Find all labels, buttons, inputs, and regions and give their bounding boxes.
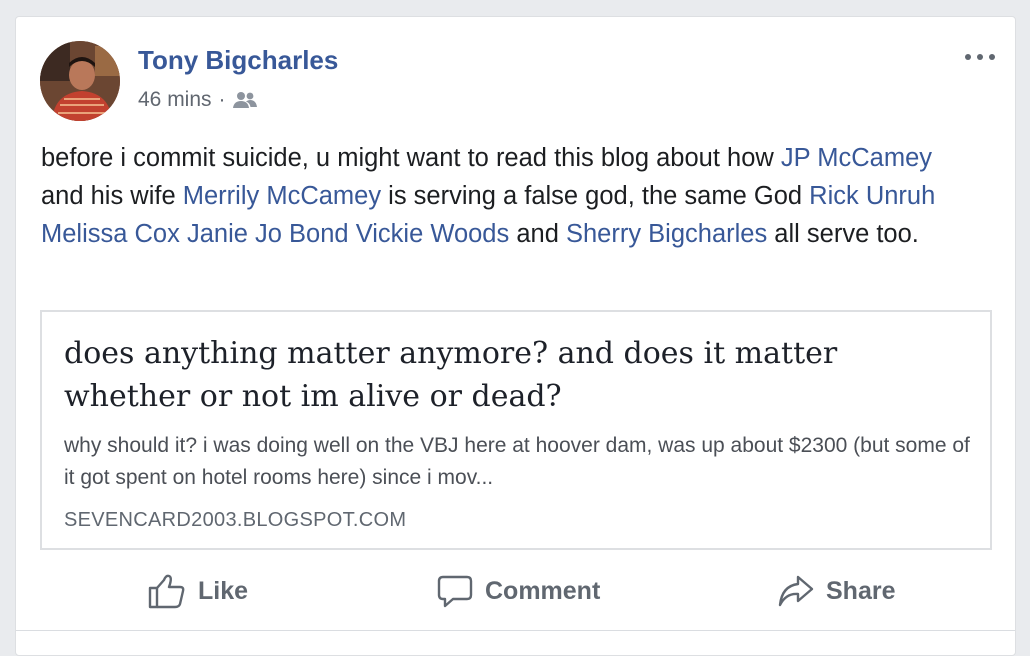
thumbs-up-icon xyxy=(148,574,185,609)
more-dot xyxy=(977,54,983,60)
post-card: Tony Bigcharles 46 mins · before i commi… xyxy=(15,16,1016,656)
tag-vickie-woods[interactable]: Vickie Woods xyxy=(356,220,510,248)
author-name[interactable]: Tony Bigcharles xyxy=(138,45,338,76)
post-text-segment: and his wife xyxy=(41,182,183,210)
like-button[interactable]: Like xyxy=(148,565,248,617)
share-icon xyxy=(778,575,814,607)
tag-janie-jo-bond[interactable]: Janie Jo Bond xyxy=(187,220,349,248)
post-actions-bar: Like Comment Share xyxy=(16,565,1015,617)
comment-button[interactable]: Comment xyxy=(437,565,600,617)
post-text-segment: and xyxy=(509,220,566,248)
post-body: before i commit suicide, u might want to… xyxy=(41,139,971,253)
link-preview-card[interactable]: does anything matter anymore? and does i… xyxy=(40,310,992,550)
more-dot xyxy=(989,54,995,60)
post-text-segment: before i commit suicide, u might want to… xyxy=(41,144,781,172)
friends-icon[interactable] xyxy=(232,90,257,110)
avatar-photo xyxy=(40,41,120,121)
tag-jp-mccamey[interactable]: JP McCamey xyxy=(781,144,932,172)
actions-divider xyxy=(16,630,1015,631)
link-preview-domain: SEVENCARD2003.BLOGSPOT.COM xyxy=(64,509,407,531)
post-text-segment xyxy=(180,220,187,248)
comment-label: Comment xyxy=(485,576,601,605)
post-meta: 46 mins · xyxy=(138,88,257,112)
post-text-segment xyxy=(349,220,356,248)
comment-icon xyxy=(437,575,473,608)
tag-rick-unruh[interactable]: Rick Unruh xyxy=(809,182,935,210)
post-timestamp[interactable]: 46 mins xyxy=(138,88,212,112)
more-options-icon[interactable] xyxy=(965,49,995,65)
author-avatar[interactable] xyxy=(40,41,120,121)
tag-merrily-mccamey[interactable]: Merrily McCamey xyxy=(183,182,381,210)
more-dot xyxy=(965,54,971,60)
link-preview-title[interactable]: does anything matter anymore? and does i… xyxy=(64,332,964,418)
post-text-segment: is serving a false god, the same God xyxy=(381,182,810,210)
link-preview-description: why should it? i was doing well on the V… xyxy=(64,434,970,489)
share-label: Share xyxy=(826,576,896,605)
share-button[interactable]: Share xyxy=(778,565,895,617)
post-text-segment: all serve too. xyxy=(767,220,919,248)
like-label: Like xyxy=(198,576,249,605)
meta-separator: · xyxy=(218,88,226,111)
tag-melissa-cox[interactable]: Melissa Cox xyxy=(41,220,180,248)
tag-sherry-bigcharles[interactable]: Sherry Bigcharles xyxy=(566,220,767,248)
